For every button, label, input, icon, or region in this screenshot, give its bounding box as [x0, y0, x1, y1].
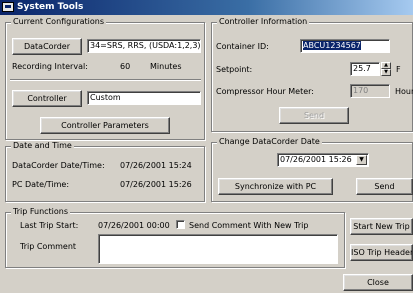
- trip-functions-legend: Trip Functions: [11, 207, 71, 216]
- date-and-time-legend: Date and Time: [11, 141, 74, 150]
- container-id-field[interactable]: ABCU1234567: [300, 39, 390, 53]
- recording-interval-unit: Minutes: [150, 62, 182, 71]
- last-trip-start-value: 07/26/2001 00:00: [98, 221, 170, 230]
- container-id-value: ABCU1234567: [303, 41, 361, 50]
- last-trip-start-label: Last Trip Start:: [20, 221, 79, 230]
- configurations-separator: [10, 79, 201, 81]
- controller-config-field[interactable]: Custom: [87, 91, 201, 105]
- window-title: System Tools: [17, 2, 84, 12]
- controller-parameters-button[interactable]: Controller Parameters: [40, 117, 170, 134]
- change-datacorder-date-legend: Change DataCorder Date: [217, 137, 322, 146]
- spin-up-icon[interactable]: ▲: [381, 62, 391, 69]
- datacorder-datetime-value: 07/26/2001 15:24: [120, 161, 192, 170]
- trip-comment-field[interactable]: [98, 234, 338, 264]
- chevron-down-icon[interactable]: ▼: [356, 155, 367, 165]
- title-bar: System Tools: [0, 0, 413, 15]
- compressor-hour-meter-field: 170: [350, 84, 390, 98]
- start-new-trip-button[interactable]: Start New Trip: [350, 218, 413, 235]
- spin-down-icon[interactable]: ▼: [381, 69, 391, 76]
- setpoint-field[interactable]: 25.7: [350, 62, 380, 76]
- datacorder-datetime-label: DataCorder Date/Time:: [12, 161, 105, 170]
- app-icon: [2, 2, 14, 12]
- recording-interval-label: Recording Interval:: [12, 62, 88, 71]
- close-button[interactable]: Close: [343, 274, 413, 291]
- datacorder-date-picker[interactable]: 07/26/2001 15:26 ▼: [277, 153, 369, 167]
- compressor-hour-meter-unit: Hours: [395, 87, 413, 96]
- controller-information-legend: Controller Information: [217, 17, 310, 26]
- pc-datetime-label: PC Date/Time:: [12, 180, 70, 189]
- controller-button[interactable]: Controller: [12, 90, 82, 107]
- controller-send-button[interactable]: Send: [279, 107, 349, 124]
- setpoint-label: Setpoint:: [216, 65, 253, 74]
- iso-trip-header-button[interactable]: ISO Trip Header: [350, 244, 413, 261]
- trip-comment-label: Trip Comment: [20, 242, 77, 251]
- synchronize-with-pc-button[interactable]: Synchronize with PC: [218, 178, 333, 195]
- setpoint-spinner[interactable]: ▲ ▼: [381, 62, 391, 76]
- send-comment-checkbox[interactable]: [176, 220, 185, 229]
- datacorder-date-send-button[interactable]: Send: [356, 178, 413, 195]
- pc-datetime-value: 07/26/2001 15:26: [120, 180, 192, 189]
- current-configurations-legend: Current Configurations: [11, 17, 107, 26]
- send-comment-label: Send Comment With New Trip: [189, 221, 309, 230]
- datacorder-config-field[interactable]: 34=SRS, RRS, (USDA:1,2,3), H: [87, 39, 201, 53]
- datacorder-button[interactable]: DataCorder: [12, 38, 82, 55]
- datacorder-date-value: 07/26/2001 15:26: [280, 155, 352, 164]
- container-id-label: Container ID:: [216, 42, 269, 51]
- setpoint-unit: F: [396, 65, 401, 74]
- compressor-hour-meter-label: Compressor Hour Meter:: [216, 87, 314, 96]
- recording-interval-value: 60: [120, 62, 131, 71]
- date-and-time-group: Date and Time: [5, 141, 205, 202]
